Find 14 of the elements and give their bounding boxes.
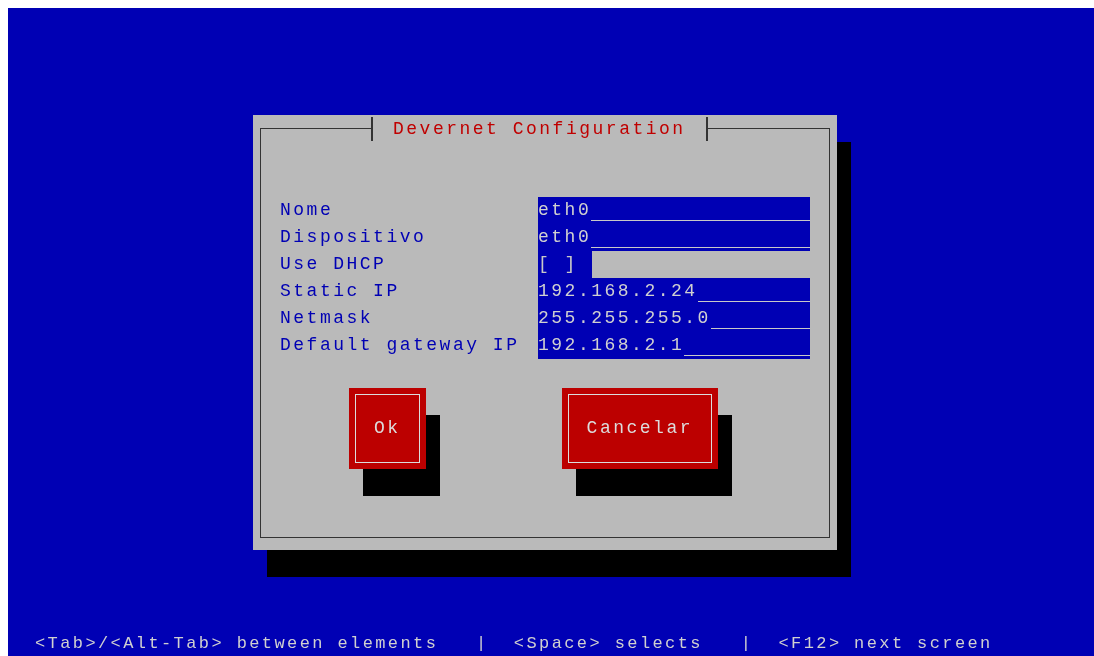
input-field[interactable]: eth0 — [538, 197, 810, 224]
field-label: Netmask — [280, 307, 375, 330]
input-field[interactable]: eth0 — [538, 224, 810, 251]
field-label: Use DHCP — [280, 253, 388, 276]
help-line: <Tab>/<Alt-Tab> between elements | <Space> selects | <F12> next screen — [35, 634, 993, 653]
input-field[interactable]: 192.168.2.1 — [538, 332, 810, 359]
field-label: Static IP — [280, 280, 401, 303]
input-field[interactable]: 192.168.2.24 — [538, 278, 810, 305]
dialog-title: Devernet Configuration — [392, 118, 687, 141]
field-label: Dispositivo — [280, 226, 428, 249]
field-label: Nome — [280, 199, 335, 222]
input-field[interactable]: 255.255.255.0 — [538, 305, 810, 332]
checkbox[interactable]: [ ] — [538, 251, 592, 278]
field-label: Default gateway IP — [280, 334, 521, 357]
